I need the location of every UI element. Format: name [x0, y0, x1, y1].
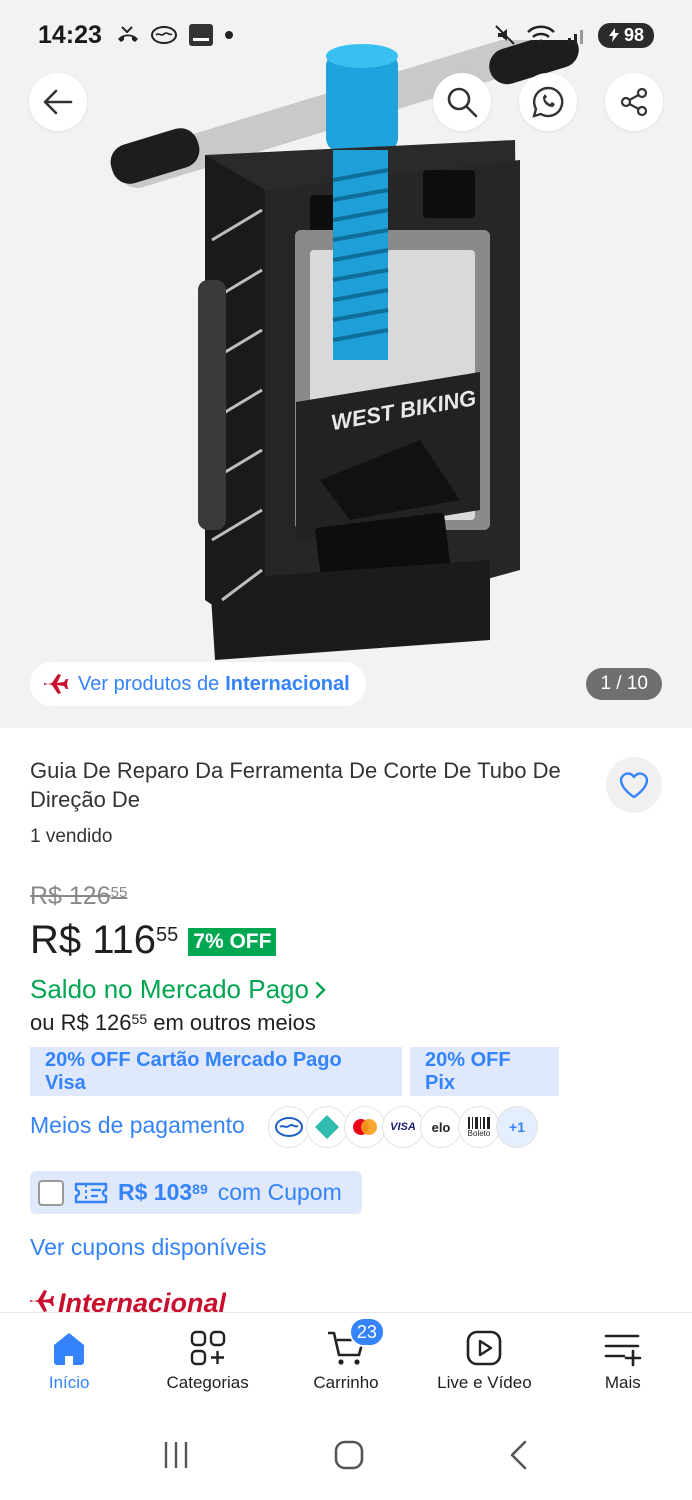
boleto-icon: Boleto: [458, 1106, 500, 1148]
coupon-toggle[interactable]: R$ 10389 com Cupom: [30, 1171, 362, 1214]
nav-label-inicio: Início: [48, 1373, 90, 1392]
product-page: 14:23 98 WEST BIKING Ver produtos de Int…: [0, 0, 692, 1500]
search-icon: [447, 87, 478, 118]
payment-icons[interactable]: VISA elo Boleto +1: [268, 1106, 538, 1148]
home-icon: [54, 1333, 85, 1365]
mute-icon: [495, 25, 515, 45]
pix-icon: [306, 1106, 348, 1148]
elo-icon: elo: [420, 1106, 462, 1148]
nav-item-carrinho[interactable]: 23 Carrinho: [277, 1313, 415, 1410]
mercado-pago-notification-icon: [150, 26, 177, 44]
coupon-suffix: com Cupom: [217, 1179, 342, 1205]
saldo-mercado-pago-link[interactable]: Saldo no Mercado Pago: [30, 974, 327, 1005]
nav-label-mais: Mais: [604, 1373, 641, 1392]
nav-item-live-video[interactable]: Live e Vídeo: [415, 1313, 553, 1410]
coupon-checkbox[interactable]: [38, 1179, 64, 1206]
back-button[interactable]: [29, 73, 87, 131]
outros-cents: 55: [131, 1011, 148, 1027]
promo-tag-pix[interactable]: 20% OFF Pix: [410, 1047, 559, 1096]
other-payment-price: ou R$ 12655 em outros meios: [30, 1010, 316, 1036]
signal-icon: [567, 30, 583, 44]
cart-count-badge: 23: [348, 1317, 385, 1347]
promo-tag-mercado-pago-visa[interactable]: 20% OFF Cartão Mercado Pago Visa: [30, 1047, 402, 1096]
visa-icon: VISA: [382, 1106, 424, 1148]
chevron-right-icon: [315, 981, 326, 998]
outros-prefix: ou R$ 126: [30, 1010, 132, 1035]
coupon-price: R$ 10389: [118, 1179, 208, 1206]
mastercard-icon: [344, 1106, 386, 1148]
international-label-text: Internacional: [58, 1288, 227, 1312]
current-price-cents: 55: [156, 924, 179, 946]
heart-icon: [619, 772, 649, 799]
saldo-text: Saldo no Mercado Pago: [30, 974, 309, 1004]
arrow-left-icon: [43, 89, 73, 115]
more-notifications-dot-icon: [224, 31, 233, 39]
charging-icon: [608, 28, 619, 42]
airplane-icon: [44, 674, 68, 694]
outros-suffix: em outros meios: [153, 1010, 316, 1035]
original-price: R$ 12655: [30, 882, 127, 911]
current-price-int: R$ 116: [30, 918, 157, 962]
discount-badge: 7% OFF: [188, 928, 277, 956]
categories-icon: [190, 1330, 225, 1366]
nav-label-categorias: Categorias: [166, 1373, 249, 1392]
whatsapp-share-button[interactable]: [519, 73, 577, 131]
back-system-icon[interactable]: [507, 1439, 531, 1471]
bottom-navigation: Início Categorias 23 Carrinho Live e Víd…: [0, 1312, 692, 1410]
view-coupons-link[interactable]: Ver cupons disponíveis: [30, 1234, 267, 1261]
product-image: WEST BIKING: [110, 40, 579, 660]
sold-count: 1 vendido: [30, 826, 113, 847]
status-bar: 14:23 98: [0, 0, 692, 70]
share-icon: [620, 87, 648, 117]
wifi-icon: [527, 25, 555, 45]
payment-methods-link[interactable]: Meios de pagamento: [30, 1112, 245, 1139]
mercado-pago-icon: [268, 1106, 310, 1148]
share-button[interactable]: [605, 73, 663, 131]
nav-label-live-video: Live e Vídeo: [437, 1373, 532, 1392]
coupon-price-cents: 89: [192, 1181, 208, 1197]
system-navigation-bar: [0, 1410, 692, 1500]
coupon-price-int: R$ 103: [118, 1179, 193, 1205]
original-price-cents: 55: [110, 884, 128, 901]
coupon-ticket-icon: [74, 1182, 108, 1203]
current-price: R$ 11655: [30, 918, 178, 963]
missed-call-icon: [117, 26, 138, 42]
more-payment-methods-badge: +1: [496, 1106, 538, 1148]
app-notification-icon: [188, 24, 213, 46]
nav-item-mais[interactable]: Mais: [554, 1313, 692, 1410]
product-image-gallery[interactable]: 14:23 98 WEST BIKING Ver produtos de Int…: [0, 0, 692, 728]
product-title: Guia De Reparo Da Ferramenta De Corte De…: [30, 758, 561, 812]
nav-item-categorias[interactable]: Categorias: [138, 1313, 276, 1410]
intl-chip-highlight: Internacional: [225, 672, 350, 695]
home-system-icon[interactable]: [333, 1439, 365, 1471]
play-icon: [467, 1330, 502, 1366]
favorite-button[interactable]: [606, 757, 662, 813]
recent-apps-icon[interactable]: [161, 1440, 191, 1470]
international-products-link[interactable]: Ver produtos de Internacional: [30, 662, 366, 706]
battery-indicator: 98: [597, 22, 654, 48]
current-price-row: R$ 11655 7% OFF: [30, 918, 277, 963]
international-label: Internacional: [28, 1288, 226, 1312]
airplane-icon: [30, 1290, 54, 1312]
intl-chip-prefix: Ver produtos de: [78, 672, 220, 695]
nav-item-inicio[interactable]: Início: [0, 1313, 138, 1410]
whatsapp-icon: [532, 86, 564, 118]
nav-label-carrinho: Carrinho: [313, 1373, 379, 1392]
original-price-int: R$ 126: [30, 882, 111, 910]
battery-level: 98: [623, 24, 644, 45]
search-button[interactable]: [433, 73, 491, 131]
image-counter: 1 / 10: [586, 668, 662, 700]
status-time: 14:23: [38, 20, 102, 49]
menu-plus-icon: [604, 1334, 642, 1367]
